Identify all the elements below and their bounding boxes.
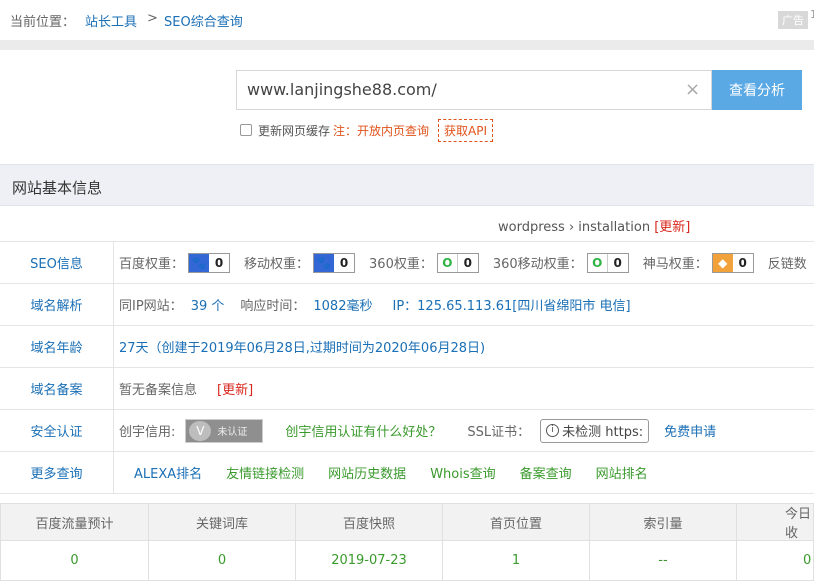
cache-options: 更新网页缓存 注：开放内页查询 获取API bbox=[240, 118, 494, 142]
stats-value-snapshot[interactable]: 2019-07-23 bbox=[295, 541, 443, 581]
icp-value: 暂无备案信息 bbox=[119, 383, 198, 398]
section-title: 网站基本信息 bbox=[12, 179, 103, 197]
stats-value-keywords[interactable]: 0 bbox=[148, 541, 296, 581]
stats-header-snapshot: 百度快照 bbox=[295, 503, 443, 541]
360-weight-badge[interactable]: O 0 bbox=[436, 252, 479, 273]
360-mobile-weight-value: 0 bbox=[613, 255, 622, 270]
verified-v-icon: V bbox=[189, 420, 212, 441]
tags-update-link[interactable]: [更新] bbox=[654, 220, 690, 235]
seo-row: SEO信息 百度权重： 🐾 0 移动权重： 🐾 0 360权重： O 0 360… bbox=[0, 242, 814, 284]
icp-update-link[interactable]: [更新] bbox=[217, 379, 253, 398]
shenma-weight-badge[interactable]: ◆ 0 bbox=[711, 252, 754, 273]
ssl-free-apply-link[interactable]: 免费申请 bbox=[664, 421, 716, 440]
360-weight-value: 0 bbox=[463, 255, 473, 270]
dns-label: 域名解析 bbox=[0, 284, 114, 325]
seo-label: SEO信息 bbox=[0, 242, 114, 283]
security-body: 创宇信用: V 未认证 创宇信用认证有什么好处？ SSL证书： i 未检测 ht… bbox=[114, 410, 814, 451]
more-queries-row: 更多查询 ALEXA排名 友情链接检测 网站历史数据 Whois查询 备案查询 … bbox=[0, 452, 814, 494]
baidu-weight-value: 0 bbox=[214, 255, 224, 270]
breadcrumb-seo-query[interactable]: SEO综合查询 bbox=[164, 11, 243, 30]
seo-body: 百度权重： 🐾 0 移动权重： 🐾 0 360权重： O 0 360移动权重： … bbox=[114, 242, 814, 283]
ad-edge: 1 bbox=[810, 8, 814, 21]
info-icon: i bbox=[546, 424, 560, 437]
stats-value-homepage-position[interactable]: 1 bbox=[442, 541, 590, 581]
360-mobile-weight-label: 360移动权重： bbox=[492, 257, 583, 272]
breadcrumb-prefix: 当前位置： bbox=[10, 15, 76, 30]
360-mobile-logo-icon: O bbox=[587, 253, 608, 272]
cert-benefit-link[interactable]: 创宇信用认证有什么好处？ bbox=[285, 421, 441, 440]
ssl-status-value: 未检测 https: bbox=[562, 425, 644, 440]
stats-header-today: 今日收 bbox=[736, 503, 814, 541]
stats-header-index: 索引量 bbox=[589, 503, 737, 541]
update-cache-label: 更新网页缓存 bbox=[258, 123, 331, 138]
breadcrumb-separator: > bbox=[147, 11, 158, 26]
url-input[interactable] bbox=[247, 80, 667, 99]
icp-row: 域名备案 暂无备案信息 [更新] bbox=[0, 368, 814, 410]
same-ip-count[interactable]: 39 个 bbox=[191, 295, 225, 314]
tags-row: wordpress › installation [更新] bbox=[0, 206, 814, 242]
clear-icon[interactable]: × bbox=[685, 79, 700, 100]
divider-band bbox=[0, 40, 814, 50]
more-queries-body: ALEXA排名 友情链接检测 网站历史数据 Whois查询 备案查询 网站排名 bbox=[114, 452, 814, 493]
icp-label: 域名备案 bbox=[0, 368, 114, 409]
dns-body: 同IP网站： 39 个 响应时间： 1082毫秒 IP：125.65.113.6… bbox=[114, 284, 814, 325]
stats-header-traffic: 百度流量预计 bbox=[0, 503, 149, 541]
update-cache-checkbox[interactable] bbox=[240, 124, 252, 136]
domain-age-row: 域名年龄 27天（创建于2019年06月28日,过期时间为2020年06月28日… bbox=[0, 326, 814, 368]
icp-body: 暂无备案信息 [更新] bbox=[114, 368, 814, 409]
site-rank-link[interactable]: 网站排名 bbox=[596, 463, 648, 482]
domain-age-label: 域名年龄 bbox=[0, 326, 114, 367]
mobile-paw-icon: 🐾 bbox=[314, 253, 335, 272]
backlink-label: 反链数 bbox=[767, 257, 807, 272]
icp-query-link[interactable]: 备案查询 bbox=[520, 463, 572, 482]
chuangyu-cert-badge[interactable]: V 未认证 bbox=[185, 418, 264, 443]
history-data-link[interactable]: 网站历史数据 bbox=[328, 463, 406, 482]
site-tags: wordpress › installation [更新] bbox=[498, 216, 690, 235]
tags-text: wordpress › installation bbox=[498, 220, 651, 235]
domain-age-value[interactable]: 27天（创建于2019年06月28日,过期时间为2020年06月28日) bbox=[119, 337, 485, 356]
baidu-paw-icon: 🐾 bbox=[189, 253, 210, 272]
ssl-status-box[interactable]: i 未检测 https: bbox=[540, 418, 650, 443]
domain-age-body: 27天（创建于2019年06月28日,过期时间为2020年06月28日) bbox=[114, 326, 814, 367]
360-weight-label: 360权重： bbox=[369, 257, 433, 272]
mobile-weight-badge[interactable]: 🐾 0 bbox=[313, 252, 356, 273]
stats-value-index[interactable]: -- bbox=[589, 541, 737, 581]
stats-value-traffic[interactable]: 0 bbox=[0, 541, 149, 581]
chuangyu-label: 创宇信用: bbox=[119, 425, 176, 440]
360-mobile-weight-badge[interactable]: O 0 bbox=[586, 252, 629, 273]
analyze-button[interactable]: 查看分析 bbox=[712, 70, 802, 110]
ad-badge: 广告 bbox=[778, 11, 808, 29]
search-box: × bbox=[236, 70, 712, 110]
breadcrumb: 当前位置： 站长工具 > SEO综合查询 广告 1 bbox=[0, 0, 814, 40]
breadcrumb-webmaster-tools[interactable]: 站长工具 bbox=[85, 11, 137, 30]
friendlink-check-link[interactable]: 友情链接检测 bbox=[226, 463, 304, 482]
shenma-weight-value: 0 bbox=[738, 255, 747, 270]
stats-header-keywords: 关键词库 bbox=[148, 503, 296, 541]
response-time-value: 1082毫秒 bbox=[313, 299, 373, 314]
dns-row: 域名解析 同IP网站： 39 个 响应时间： 1082毫秒 IP：125.65.… bbox=[0, 284, 814, 326]
cert-status-text: 未认证 bbox=[217, 427, 248, 438]
same-ip-label: 同IP网站： bbox=[119, 299, 183, 314]
mobile-weight-value: 0 bbox=[339, 255, 349, 270]
360-logo-icon: O bbox=[437, 253, 458, 272]
stats-value-today[interactable]: 0 bbox=[736, 541, 814, 581]
get-api-button[interactable]: 获取API bbox=[438, 118, 494, 142]
ssl-label: SSL证书： bbox=[467, 425, 531, 440]
more-queries-label: 更多查询 bbox=[0, 452, 114, 493]
shenma-weight-label: 神马权重： bbox=[642, 257, 708, 272]
security-label: 安全认证 bbox=[0, 410, 114, 451]
alexa-link[interactable]: ALEXA排名 bbox=[134, 463, 202, 482]
section-header: 网站基本信息 bbox=[0, 164, 814, 206]
baidu-weight-label: 百度权重： bbox=[119, 257, 185, 272]
response-time-label: 响应时间： bbox=[240, 299, 306, 314]
whois-link[interactable]: Whois查询 bbox=[430, 463, 495, 482]
inner-page-note: 注：开放内页查询 bbox=[333, 123, 430, 138]
stats-header-homepage-position: 首页位置 bbox=[442, 503, 590, 541]
baidu-weight-badge[interactable]: 🐾 0 bbox=[188, 252, 231, 273]
ip-location-link[interactable]: IP：125.65.113.61[四川省绵阳市 电信] bbox=[392, 295, 630, 314]
shenma-logo-icon: ◆ bbox=[712, 253, 733, 272]
security-row: 安全认证 创宇信用: V 未认证 创宇信用认证有什么好处？ SSL证书： i 未… bbox=[0, 410, 814, 452]
mobile-weight-label: 移动权重： bbox=[244, 257, 310, 272]
